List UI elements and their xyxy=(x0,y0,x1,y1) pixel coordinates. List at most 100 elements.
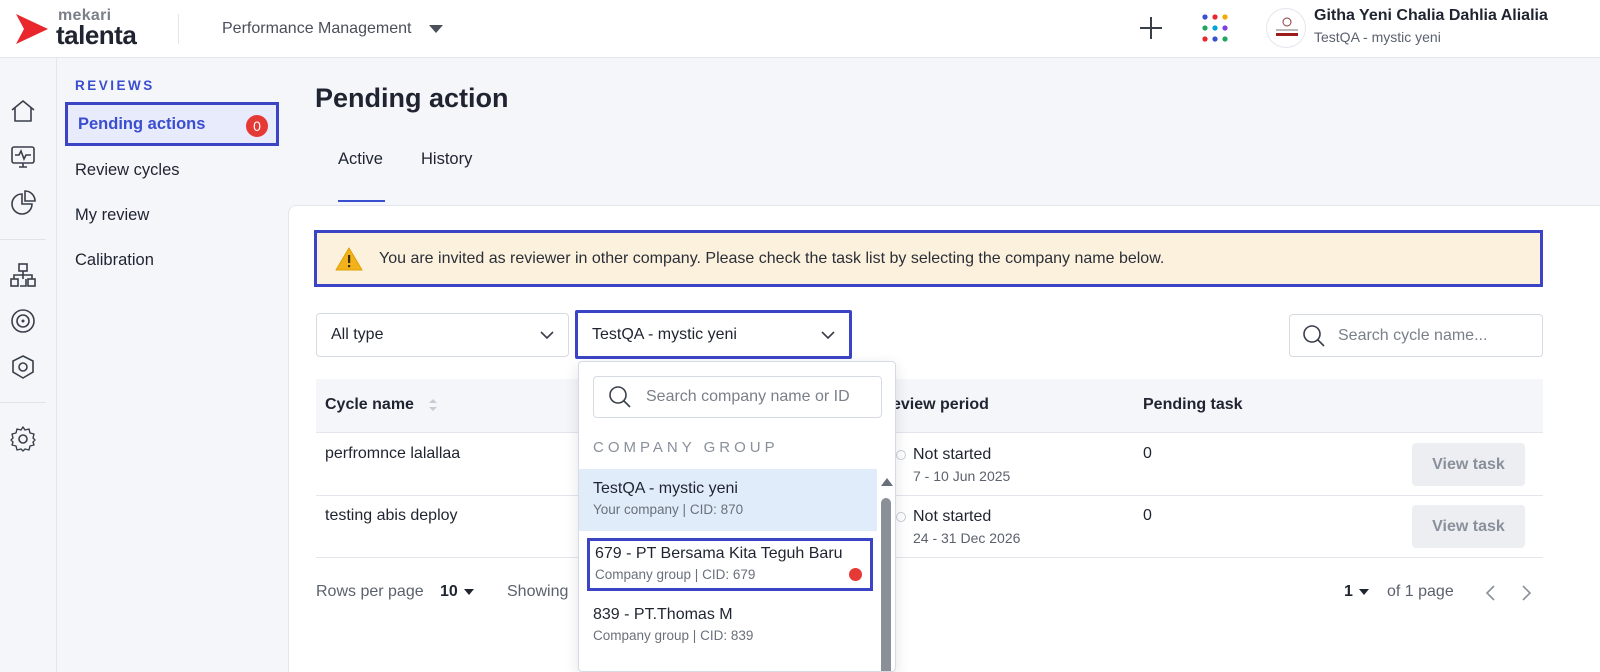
avatar[interactable] xyxy=(1266,8,1306,48)
status-icon xyxy=(896,512,906,522)
rail-divider xyxy=(0,239,46,240)
rows-per-page-label: Rows per page xyxy=(316,583,424,600)
page-count-text: of 1 page xyxy=(1387,583,1454,600)
subnav-item-calibration[interactable]: Calibration xyxy=(65,238,279,282)
chevron-down-icon xyxy=(821,330,835,339)
tab-label: Active xyxy=(338,150,383,168)
icon-rail xyxy=(0,58,57,672)
pending-count-badge: 0 xyxy=(246,115,268,137)
status-cell: Not started xyxy=(913,508,992,525)
pie-chart-icon[interactable] xyxy=(8,188,38,218)
subnav-item-my-review[interactable]: My review xyxy=(65,193,279,237)
table-header: Cycle name eview period Pending task xyxy=(316,379,1543,433)
company-option[interactable]: TestQA - mystic yeni Your company | CID:… xyxy=(579,469,877,531)
chevron-right-icon[interactable] xyxy=(1517,583,1535,603)
company-search-placeholder: Search company name or ID xyxy=(646,388,850,405)
cycle-name-cell[interactable]: perfromnce lalallaa xyxy=(325,445,460,463)
cycle-name-cell[interactable]: testing abis deploy xyxy=(325,507,458,525)
subnav-item-label: Pending actions xyxy=(78,114,206,133)
pending-task-cell: 0 xyxy=(1143,445,1152,462)
status-cell: Not started xyxy=(913,446,992,463)
scroll-up-arrow-icon[interactable] xyxy=(881,478,893,486)
company-group-label: COMPANY GROUP xyxy=(593,439,779,456)
top-bar: mekari talenta Performance Management Gi… xyxy=(0,0,1600,58)
rows-per-page-value: 10 xyxy=(440,583,458,600)
tab-history[interactable]: History xyxy=(421,150,481,202)
company-filter-select[interactable]: TestQA - mystic yeni xyxy=(575,310,852,359)
sort-icon xyxy=(429,398,438,411)
company-option-meta: Company group | CID: 679 xyxy=(595,567,756,582)
pending-task-cell: 0 xyxy=(1143,507,1152,524)
company-logo-icon xyxy=(1276,17,1298,36)
company-option-name: 839 - PT.Thomas M xyxy=(593,606,733,623)
user-company: TestQA - mystic yeni xyxy=(1314,29,1441,45)
module-switcher[interactable]: Performance Management xyxy=(210,0,455,58)
target-icon[interactable] xyxy=(8,306,38,336)
home-icon[interactable] xyxy=(8,96,38,126)
rail-divider xyxy=(0,402,46,403)
reviews-subnav: REVIEWS Pending actions 0 Review cycles … xyxy=(57,58,289,672)
module-label: Performance Management xyxy=(222,20,412,37)
column-pending-task: Pending task xyxy=(1143,396,1243,413)
user-name[interactable]: Githa Yeni Chalia Dahlia Alialia xyxy=(1314,7,1548,25)
plus-icon[interactable] xyxy=(1136,13,1166,43)
company-option-name: 679 - PT Bersama Kita Teguh Baru xyxy=(595,545,843,562)
cycle-search-placeholder: Search cycle name... xyxy=(1338,326,1488,344)
column-cycle-name[interactable]: Cycle name xyxy=(325,396,438,414)
chevron-down-icon xyxy=(540,331,554,339)
column-review-period: eview period xyxy=(892,396,989,413)
period-cell: 24 - 31 Dec 2026 xyxy=(913,530,1021,546)
caret-down-icon xyxy=(463,589,474,595)
company-dropdown-menu: Search company name or ID COMPANY GROUP … xyxy=(578,361,896,672)
talenta-logo-icon xyxy=(16,14,48,44)
brand-bottom-text: talenta xyxy=(56,20,137,50)
subnav-item-pending-actions[interactable]: Pending actions 0 xyxy=(65,102,279,146)
type-filter-select[interactable]: All type xyxy=(316,313,569,357)
view-task-button[interactable]: View task xyxy=(1412,443,1525,486)
view-task-button[interactable]: View task xyxy=(1412,505,1525,548)
org-chart-icon[interactable] xyxy=(8,260,38,290)
page-number: 1 xyxy=(1344,583,1353,600)
monitor-pulse-icon[interactable] xyxy=(8,142,38,172)
table-row: perfromnce lalallaa Not started 7 - 10 J… xyxy=(316,434,1543,496)
page-select[interactable]: 1 xyxy=(1344,583,1369,601)
dropdown-scrollbar[interactable] xyxy=(879,474,893,671)
scroll-thumb[interactable] xyxy=(881,498,891,671)
company-option-meta: Your company | CID: 870 xyxy=(593,502,744,517)
subnav-item-label: Review cycles xyxy=(75,160,180,179)
caret-down-icon xyxy=(1358,589,1369,595)
warning-icon xyxy=(335,247,363,270)
search-icon xyxy=(1303,324,1325,347)
alert-text: You are invited as reviewer in other com… xyxy=(379,249,1165,267)
notification-dot xyxy=(849,568,862,581)
caret-down-icon xyxy=(429,25,444,33)
subnav-item-review-cycles[interactable]: Review cycles xyxy=(65,148,279,192)
company-option-meta: Company group | CID: 839 xyxy=(593,628,754,643)
company-filter-value: TestQA - mystic yeni xyxy=(592,325,737,343)
subnav-item-label: Calibration xyxy=(75,250,154,269)
apps-grid-icon[interactable] xyxy=(1198,11,1232,45)
company-option[interactable]: 679 - PT Bersama Kita Teguh Baru Company… xyxy=(587,538,873,591)
divider xyxy=(178,14,179,44)
tab-active[interactable]: Active xyxy=(338,150,385,202)
tab-label: History xyxy=(421,150,473,168)
cycle-search-input[interactable]: Search cycle name... xyxy=(1289,314,1543,357)
search-icon xyxy=(609,386,631,408)
gear-icon[interactable] xyxy=(8,424,38,454)
brand-logo[interactable]: mekari talenta xyxy=(14,6,154,50)
period-cell: 7 - 10 Jun 2025 xyxy=(913,468,1011,484)
chevron-left-icon[interactable] xyxy=(1482,583,1500,603)
reviewer-invite-alert: You are invited as reviewer in other com… xyxy=(314,230,1543,287)
rows-per-page-select[interactable]: 10 xyxy=(440,583,474,601)
subnav-item-label: My review xyxy=(75,205,150,224)
company-search-input[interactable]: Search company name or ID xyxy=(593,376,882,418)
subnav-title: REVIEWS xyxy=(75,78,155,93)
page-title: Pending action xyxy=(315,83,509,113)
status-icon xyxy=(896,450,906,460)
company-option[interactable]: 839 - PT.Thomas M Company group | CID: 8… xyxy=(579,595,877,657)
column-label: Cycle name xyxy=(325,396,414,413)
company-option-name: TestQA - mystic yeni xyxy=(593,480,738,497)
badge-icon[interactable] xyxy=(8,352,38,382)
table-row: testing abis deploy Not started 24 - 31 … xyxy=(316,496,1543,558)
showing-text: Showing xyxy=(507,583,569,600)
